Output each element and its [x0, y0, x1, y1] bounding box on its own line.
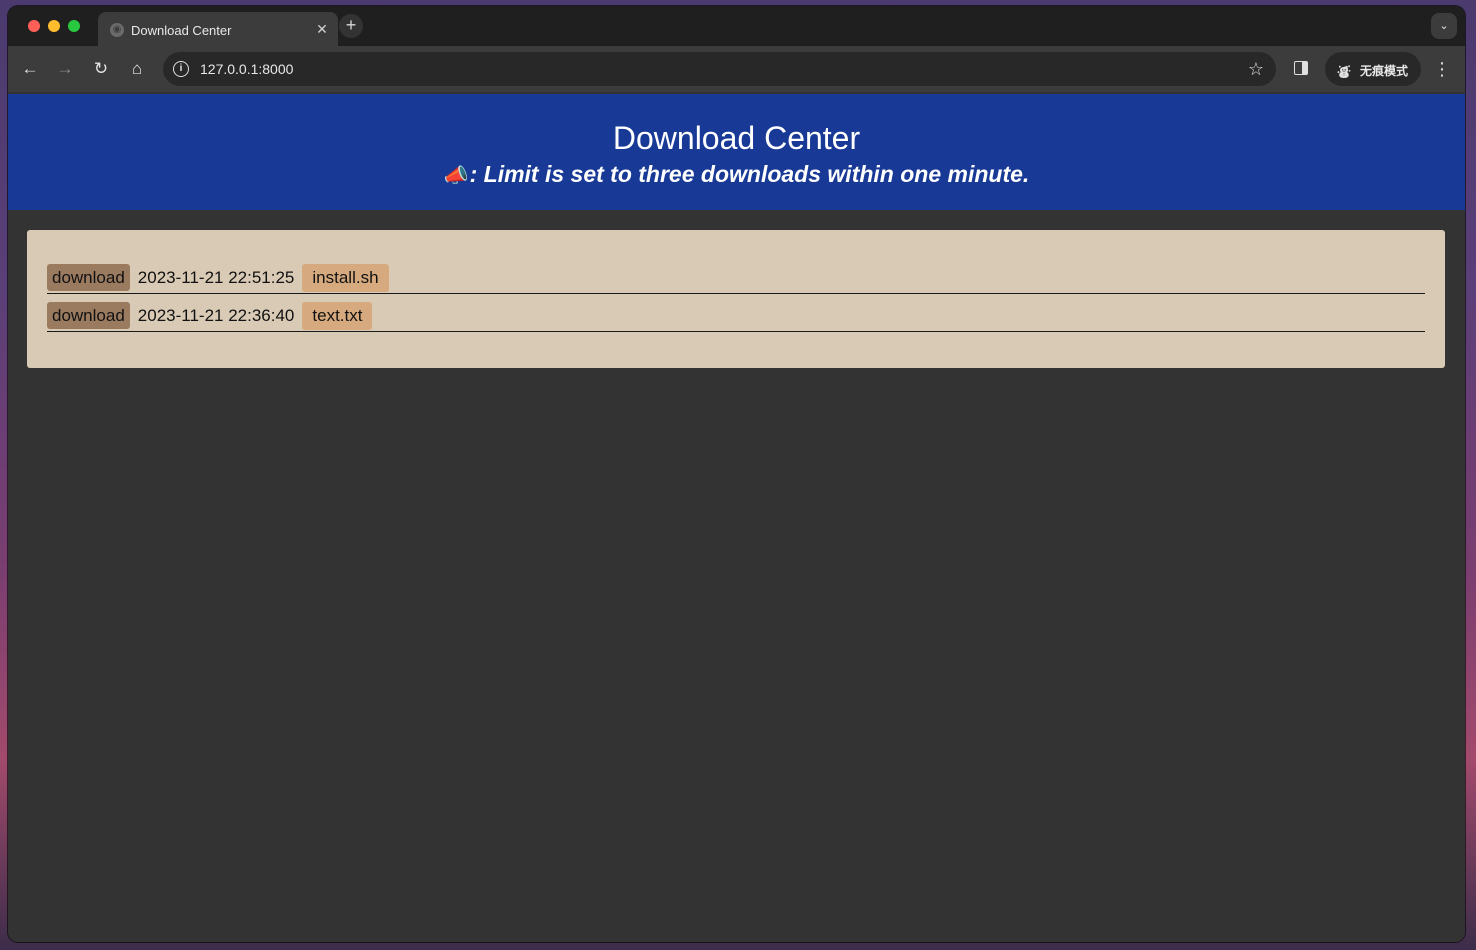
- page-title: Download Center: [612, 120, 861, 156]
- url-text[interactable]: 127.0.0.1:8000: [200, 61, 293, 77]
- site-info-icon[interactable]: i: [173, 61, 189, 77]
- browser-menu-icon[interactable]: ⋮: [1432, 56, 1452, 82]
- download-row: download 2023-11-21 22:51:25 install.sh: [47, 262, 1425, 294]
- download-row: download 2023-11-21 22:36:40 text.txt: [47, 300, 1425, 332]
- tab-search-button[interactable]: ⌄: [1431, 13, 1457, 39]
- side-panel-icon[interactable]: [1294, 61, 1308, 75]
- downloads-panel: download 2023-11-21 22:51:25 install.sh …: [27, 230, 1445, 368]
- download-timestamp: 2023-11-21 22:51:25: [137, 267, 295, 287]
- notice-text: : Limit is set to three downloads within…: [469, 161, 1030, 187]
- incognito-label: 无痕模式: [1360, 64, 1409, 78]
- browser-toolbar: ← → ↻ ⌂ i 127.0.0.1:8000 ☆ ⛇ 无痕模式 ⋮: [8, 46, 1465, 92]
- maximize-window-button[interactable]: [68, 20, 80, 32]
- filename-badge: text.txt: [302, 301, 373, 330]
- tab-title: Download Center: [131, 23, 232, 38]
- new-tab-button[interactable]: +: [339, 14, 363, 38]
- rate-limit-notice: 📣: Limit is set to three downloads withi…: [8, 161, 1465, 188]
- forward-button[interactable]: →: [52, 56, 78, 82]
- page-content: Download Center 📣: Limit is set to three…: [8, 92, 1465, 942]
- megaphone-icon: 📣: [443, 165, 469, 187]
- tab-download-center[interactable]: ◉ Download Center ✕: [98, 12, 338, 46]
- incognito-badge[interactable]: ⛇ 无痕模式: [1325, 52, 1421, 86]
- download-button[interactable]: download: [47, 302, 130, 329]
- reload-button[interactable]: ↻: [88, 56, 114, 82]
- globe-icon: ◉: [110, 23, 124, 37]
- close-window-button[interactable]: [28, 20, 40, 32]
- minimize-window-button[interactable]: [48, 20, 60, 32]
- bookmark-star-icon[interactable]: ☆: [1248, 58, 1264, 80]
- home-button[interactable]: ⌂: [124, 56, 150, 82]
- incognito-icon: ⛇: [1337, 64, 1351, 80]
- tab-strip: ◉ Download Center ✕ + ⌄: [8, 6, 1465, 46]
- download-button[interactable]: download: [47, 264, 130, 291]
- address-bar[interactable]: i 127.0.0.1:8000 ☆: [163, 52, 1276, 86]
- browser-window: ◉ Download Center ✕ + ⌄ ← → ↻ ⌂ i 127.0.…: [8, 6, 1465, 942]
- download-timestamp: 2023-11-21 22:36:40: [137, 305, 295, 325]
- close-tab-icon[interactable]: ✕: [314, 21, 330, 37]
- page-header: Download Center 📣: Limit is set to three…: [8, 94, 1465, 210]
- filename-badge: install.sh: [302, 263, 389, 292]
- back-button[interactable]: ←: [17, 56, 43, 82]
